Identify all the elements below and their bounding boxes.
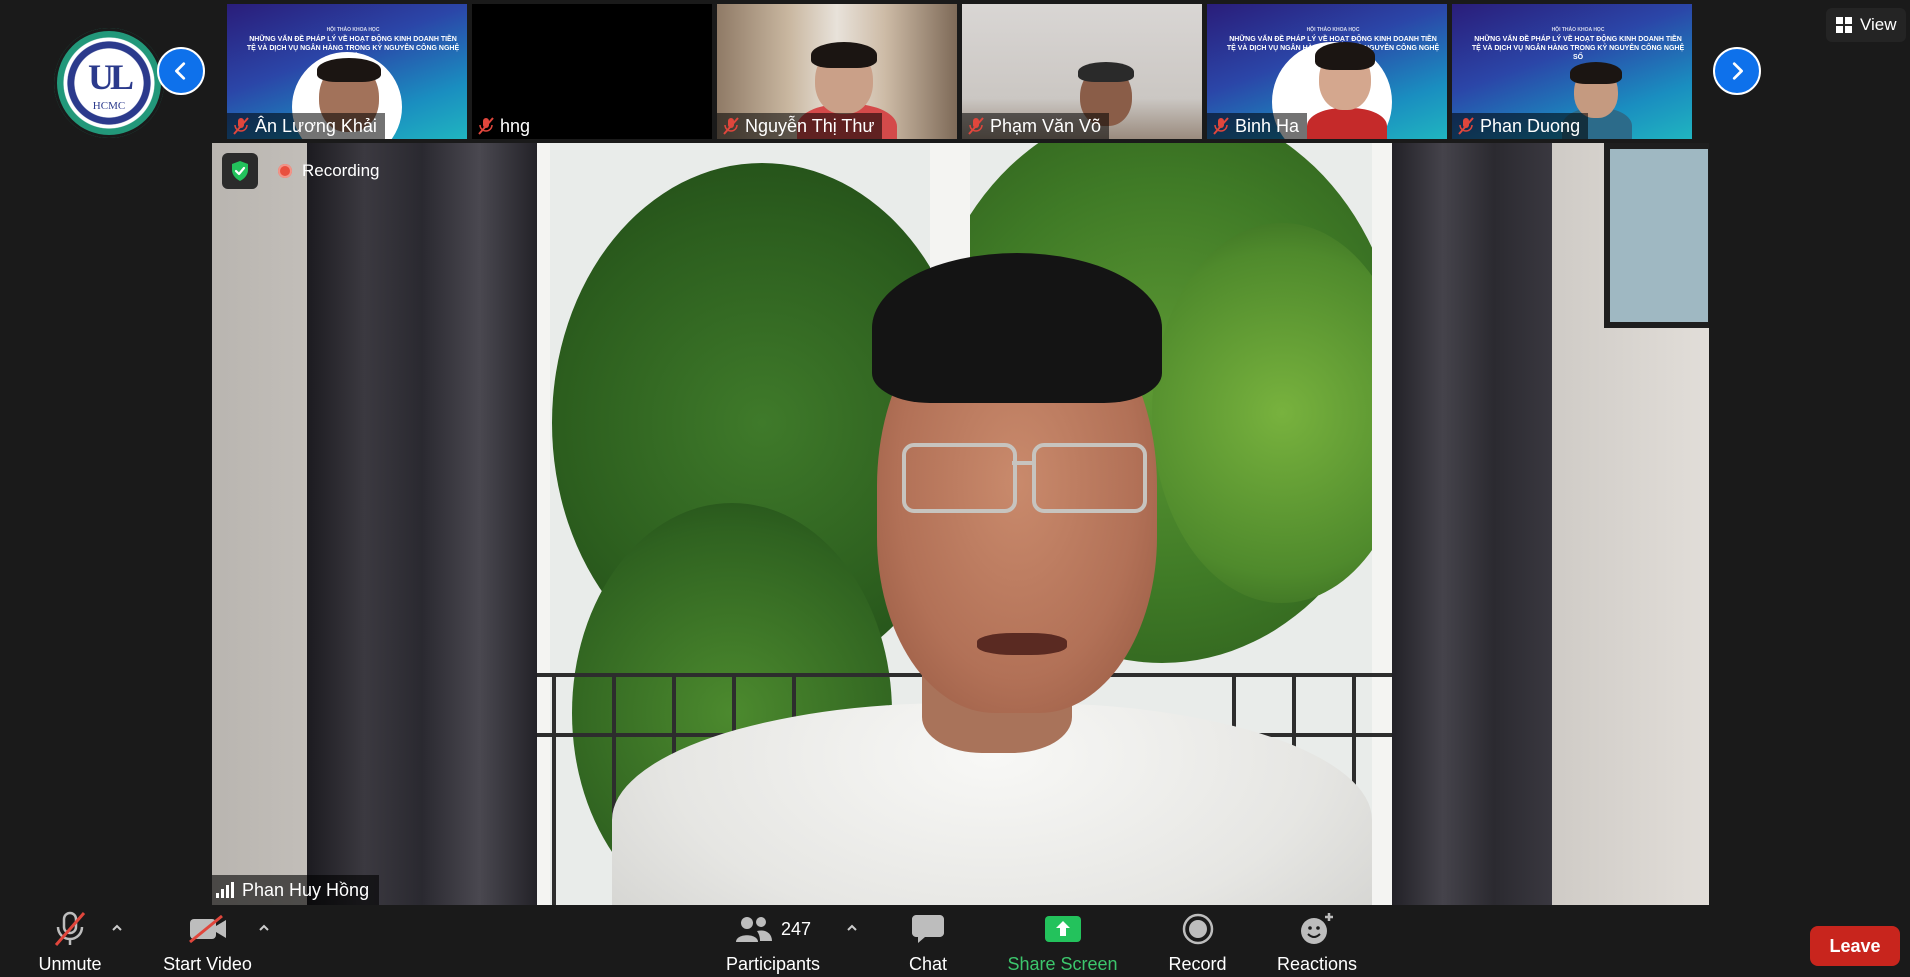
unmute-button[interactable]: Unmute [30,905,110,977]
participant-tile[interactable]: HỘI THẢO KHOA HỌC NHỮNG VẤN ĐỀ PHÁP LÝ VỀ… [227,4,467,139]
participant-name-tag: Binh Ha [1207,113,1308,139]
participant-hair [811,42,877,68]
participant-hair [1078,62,1134,82]
active-speaker-name: Phan Huy Hồng [242,879,370,900]
participant-name: Phạm Văn Võ [990,115,1102,136]
logo-monogram: UL [87,57,134,97]
mic-off-icon [54,911,86,946]
mic-off-icon [1213,117,1229,135]
record-label: Record [1168,954,1227,974]
active-speaker-video[interactable]: Recording Phan Huy Hồng [212,143,1709,905]
recording-indicator[interactable]: Recording [278,159,380,183]
record-button[interactable]: Record [1160,905,1235,977]
caret-up-icon[interactable] [845,921,859,935]
video-background [552,673,556,905]
participant-name: Nguyễn Thị Thư [745,115,875,136]
mic-off-icon [723,117,739,135]
encryption-badge[interactable] [222,153,258,189]
participant-name: Phan Duong [1480,115,1581,136]
start-video-button[interactable]: Start Video [155,905,260,977]
view-label: View [1860,15,1897,34]
chat-label: Chat [908,954,948,974]
speaker-hair [872,253,1162,403]
participant-body [1307,108,1387,139]
participant-name-tag: hng [472,113,539,139]
video-background [1604,143,1709,328]
mic-off-icon [968,117,984,135]
gallery-prev-button[interactable] [157,47,205,95]
mic-off-icon [1458,117,1474,135]
start-video-label: Start Video [163,954,252,974]
meeting-toolbar: Unmute Start Video 247 Participants Chat… [0,905,1910,977]
gallery-next-button[interactable] [1713,47,1761,95]
active-speaker-name-tag: Phan Huy Hồng [212,875,380,905]
share-arrow-icon [1044,916,1081,942]
speaker-glasses [1012,461,1032,465]
leave-button[interactable]: Leave [1810,926,1900,966]
recording-label: Recording [302,161,380,180]
participant-name: Binh Ha [1235,115,1300,136]
participant-hair [317,58,381,82]
chevron-right-icon [1732,62,1743,80]
participant-name: hng [500,115,531,136]
shield-icon [232,161,248,181]
reactions-label: Reactions [1276,954,1358,974]
participant-hair [1315,42,1375,70]
participant-hair [1570,62,1622,84]
record-dot-icon [278,164,292,178]
slide-title: HỘI THẢO KHOA HỌC NHỮNG VẤN ĐỀ PHÁP LÝ VỀ… [1471,27,1685,61]
mic-off-icon [478,117,494,135]
view-button[interactable]: View [1826,8,1906,42]
video-background [1392,143,1562,905]
participant-name-tag: Nguyễn Thị Thư [717,113,883,139]
participant-name-tag: Ân Lương Khải [227,113,385,139]
caret-up-icon[interactable] [110,921,124,935]
participants-button[interactable]: 247 Participants [718,905,828,977]
participants-icon [735,917,772,942]
participant-name-tag: Phan Duong [1452,113,1589,139]
mic-off-icon [233,117,249,135]
video-background [307,143,537,905]
speaker-mouth [977,633,1067,655]
participants-count: 247 [780,918,812,939]
participant-tile[interactable]: HỘI THẢO KHOA HỌC NHỮNG VẤN ĐỀ PHÁP LÝ VỀ… [1207,4,1447,139]
signal-icon [216,882,234,898]
video-off-icon [188,914,226,944]
logo-subtitle: HCMC [92,100,126,112]
speaker-glasses [902,443,1017,513]
chevron-left-icon [175,62,186,80]
participant-name: Ân Lương Khải [255,115,377,136]
participant-tile[interactable]: Phạm Văn Võ [962,4,1202,139]
participant-name-tag: Phạm Văn Võ [962,113,1110,139]
share-screen-label: Share Screen [1007,954,1118,974]
participant-tile[interactable]: hng [472,4,712,139]
unmute-label: Unmute [38,954,102,974]
chat-button[interactable]: Chat [898,905,958,977]
speaker-glasses [1032,443,1147,513]
share-screen-button[interactable]: Share Screen [1005,905,1120,977]
participants-label: Participants [725,954,821,974]
participant-tile[interactable]: HỘI THẢO KHOA HỌC NHỮNG VẤN ĐỀ PHÁP LÝ VỀ… [1452,4,1692,139]
record-icon [1182,913,1213,945]
caret-up-icon[interactable] [257,921,271,935]
participant-tile[interactable]: Nguyễn Thị Thư [717,4,957,139]
reactions-button[interactable]: Reactions [1272,905,1362,977]
grid-icon [1836,17,1852,33]
chat-icon [912,915,944,943]
university-logo: UL HCMC [54,28,164,138]
reactions-icon [1301,913,1333,944]
